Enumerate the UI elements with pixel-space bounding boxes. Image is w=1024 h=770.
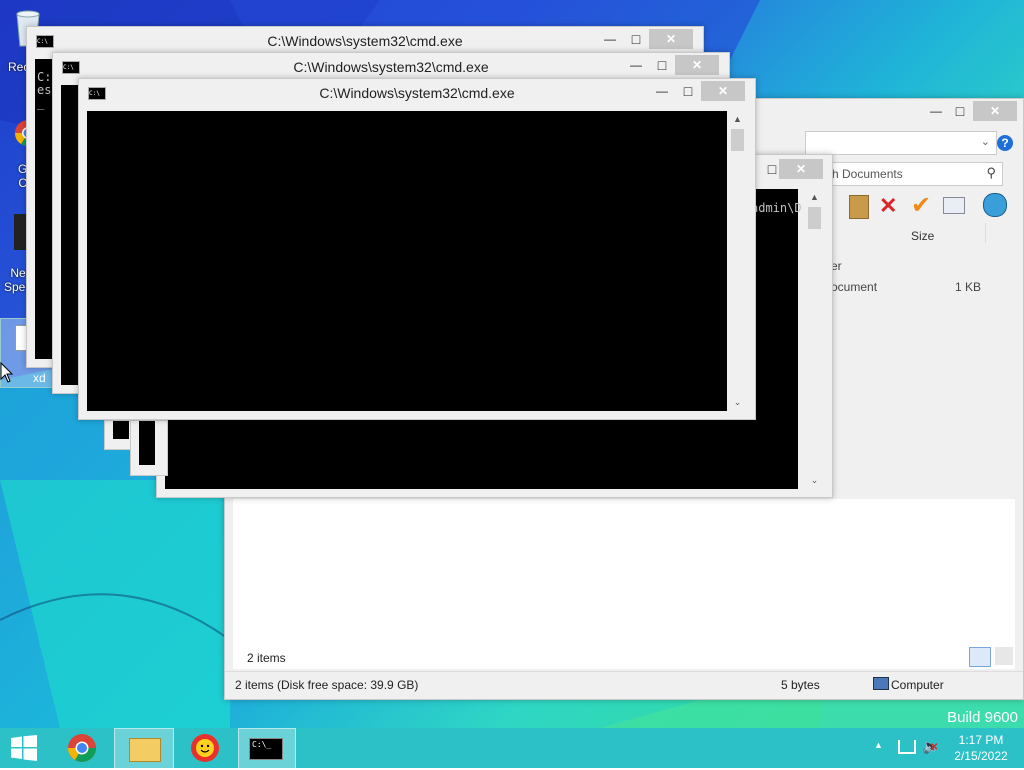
help-icon[interactable]: ?	[997, 135, 1013, 151]
search-input[interactable]: ch Documents ⚲	[823, 162, 1003, 186]
scroll-thumb[interactable]	[808, 207, 821, 229]
status-location: Computer	[891, 678, 944, 692]
title-bar[interactable]: C:\ C:\Windows\system32\cmd.exe — □ ✕	[79, 79, 755, 105]
build-watermark: Build 9600	[947, 709, 1018, 726]
file-type: ocument	[831, 280, 878, 294]
console-text: admin\D	[751, 201, 802, 215]
column-header-size[interactable]: Size	[911, 229, 934, 243]
console-edge	[139, 421, 155, 465]
maximize-button[interactable]: □	[947, 101, 973, 121]
delete-icon[interactable]: ✕	[879, 193, 897, 219]
preview-view-button[interactable]	[995, 647, 1013, 665]
close-button[interactable]: ✕	[701, 81, 745, 101]
minimize-button[interactable]: —	[649, 81, 675, 101]
console-text: C: es _	[37, 70, 52, 110]
cmd-taskbar-icon: C:\_	[249, 738, 283, 760]
file-list-pane[interactable]: 2 items	[233, 499, 1015, 669]
address-bar[interactable]: ⌄	[805, 131, 997, 155]
maximize-button[interactable]: □	[675, 81, 701, 101]
checkmark-icon[interactable]: ✔	[911, 191, 931, 220]
console-edge	[113, 421, 129, 439]
scroll-down-icon[interactable]: ⌄	[729, 394, 746, 411]
items-count: 2 items	[247, 651, 286, 665]
globe-icon[interactable]	[983, 193, 1007, 217]
cmd-window-3[interactable]: C:\ C:\Windows\system32\cmd.exe — □ ✕ ▲ …	[78, 78, 756, 420]
properties-icon[interactable]	[943, 197, 965, 214]
minimize-button[interactable]: —	[597, 29, 623, 49]
title-bar[interactable]: C:\ C:\Windows\system32\cmd.exe — □ ✕	[53, 53, 729, 79]
taskbar-sun-app[interactable]	[178, 728, 232, 768]
network-icon[interactable]	[898, 740, 916, 754]
windows-logo-icon	[11, 735, 37, 761]
console-area[interactable]	[87, 111, 727, 411]
sun-icon	[191, 734, 219, 762]
maximize-button[interactable]: □	[623, 29, 649, 49]
vertical-scrollbar[interactable]: ▲ ⌄	[729, 111, 746, 411]
mouse-cursor-icon	[0, 362, 14, 383]
maximize-button[interactable]: □	[649, 55, 675, 75]
paste-icon[interactable]	[849, 195, 869, 219]
minimize-button[interactable]: —	[923, 101, 949, 121]
scroll-up-icon[interactable]: ▲	[806, 189, 823, 206]
toolbar: ✕ ✔	[823, 192, 1019, 221]
mute-x-icon: ✕	[930, 742, 939, 753]
status-text: 2 items (Disk free space: 39.9 GB)	[235, 678, 419, 692]
vertical-scrollbar[interactable]: ▲ ⌄	[806, 189, 823, 489]
details-view-button[interactable]	[969, 647, 991, 667]
chrome-icon	[68, 734, 96, 762]
file-size: 1 KB	[955, 280, 982, 294]
close-button[interactable]: ✕	[779, 159, 823, 179]
search-placeholder: ch Documents	[826, 167, 903, 181]
column-divider	[985, 223, 986, 243]
clock-time: 1:17 PM	[958, 733, 1004, 747]
scroll-thumb[interactable]	[731, 129, 744, 151]
start-button[interactable]	[0, 728, 48, 768]
desktop-icon-label: xd	[33, 371, 46, 385]
chevron-down-icon[interactable]: ⌄	[981, 135, 990, 148]
close-button[interactable]: ✕	[649, 29, 693, 49]
status-bar: 2 items (Disk free space: 39.9 GB) 5 byt…	[225, 671, 1023, 698]
scroll-down-icon[interactable]: ⌄	[806, 472, 823, 489]
computer-icon	[873, 677, 889, 690]
list-item[interactable]: ocument 1 KB	[823, 278, 1003, 296]
show-hidden-icons-button[interactable]: ▲	[874, 740, 883, 750]
close-button[interactable]: ✕	[973, 101, 1017, 121]
list-item[interactable]: er	[823, 257, 1003, 275]
close-button[interactable]: ✕	[675, 55, 719, 75]
status-size: 5 bytes	[781, 678, 820, 692]
taskbar: C:\_ ▲ 🔈 ✕ 1:17 PM 2/15/2022	[0, 728, 1024, 770]
desktop: Rec G C Ne Spee xd Build 9600 — □ ✕ ⌄ ? …	[0, 0, 1024, 728]
volume-muted-icon[interactable]: 🔈 ✕	[922, 738, 939, 755]
taskbar-file-explorer[interactable]	[114, 728, 174, 770]
search-icon[interactable]: ⚲	[986, 165, 996, 181]
clock-date: 2/15/2022	[954, 749, 1008, 763]
folder-icon	[129, 738, 161, 762]
clock[interactable]: 1:17 PM 2/15/2022	[946, 732, 1016, 764]
minimize-button[interactable]: —	[623, 55, 649, 75]
title-bar[interactable]: C:\ C:\Windows\system32\cmd.exe — □ ✕	[27, 27, 703, 53]
taskbar-chrome[interactable]	[54, 728, 110, 768]
taskbar-cmd[interactable]: C:\_	[238, 728, 296, 770]
cmd-window-stack-edge	[130, 420, 168, 476]
scroll-up-icon[interactable]: ▲	[729, 111, 746, 128]
